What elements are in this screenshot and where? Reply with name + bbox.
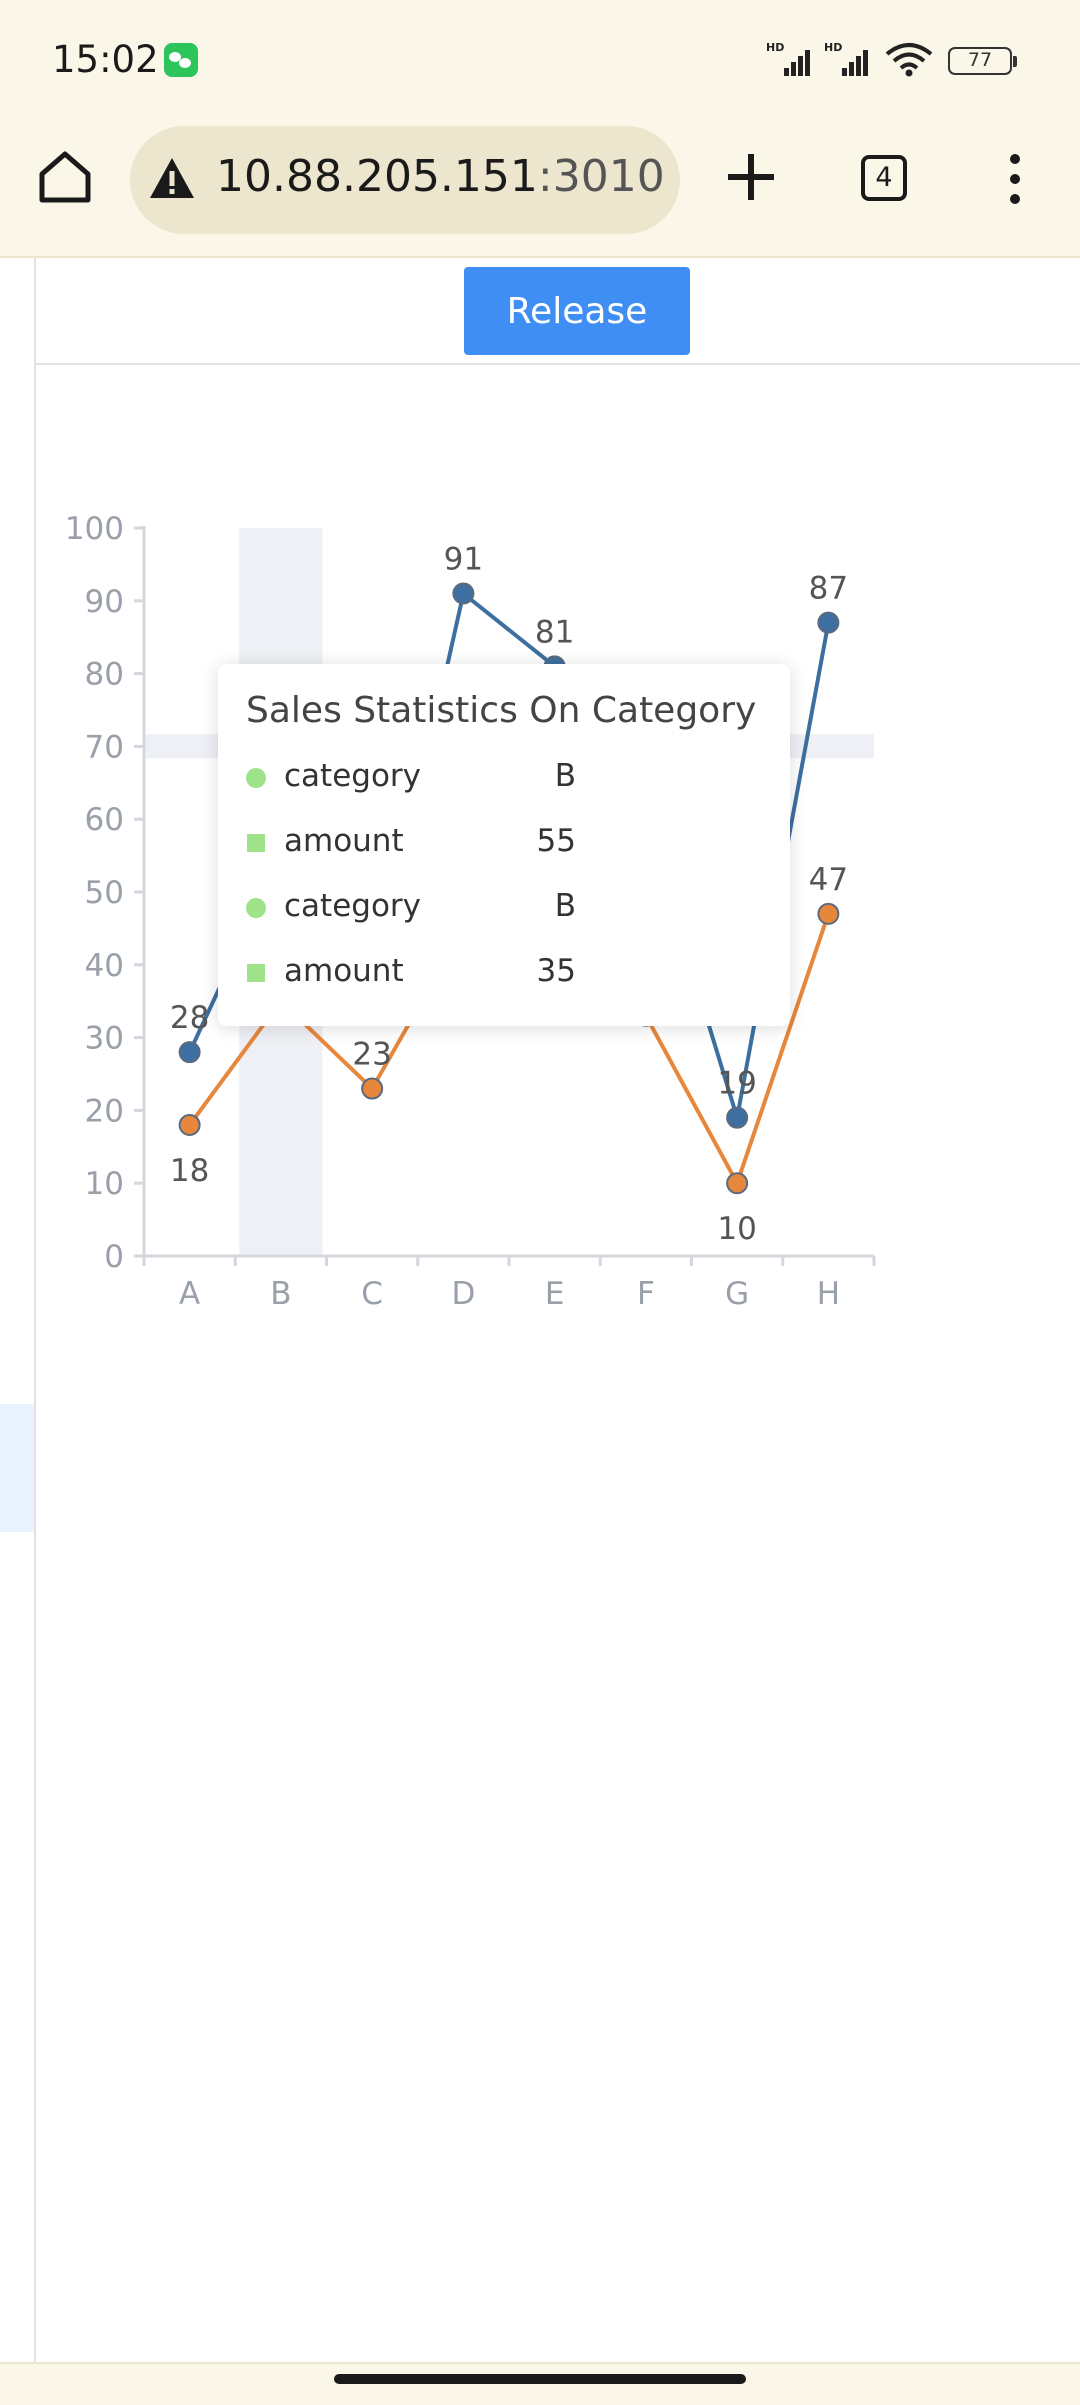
tooltip-row-label: category bbox=[284, 758, 422, 794]
x-tick-label: C bbox=[361, 1276, 383, 1312]
x-tick-label: E bbox=[545, 1276, 565, 1312]
y-tick-label: 80 bbox=[85, 657, 124, 693]
data-label: 47 bbox=[809, 862, 848, 898]
y-tick-label: 40 bbox=[85, 948, 124, 984]
chart-tooltip: Sales Statistics On Category category B … bbox=[218, 664, 790, 1026]
tooltip-row: category B bbox=[246, 888, 766, 928]
y-tick-label: 10 bbox=[85, 1166, 124, 1202]
y-tick-label: 30 bbox=[85, 1021, 124, 1057]
x-tick-label: A bbox=[179, 1276, 200, 1312]
data-label: 87 bbox=[809, 571, 848, 607]
tooltip-row-value: 35 bbox=[536, 953, 576, 989]
data-label: 10 bbox=[717, 1211, 756, 1247]
y-tick-label: 90 bbox=[85, 584, 124, 620]
data-label: 81 bbox=[535, 614, 574, 650]
gesture-handle[interactable] bbox=[334, 2374, 746, 2384]
series-2-point bbox=[361, 1077, 384, 1100]
data-label: 23 bbox=[352, 1037, 391, 1073]
line-chart: 0 10 20 30 40 50 60 70 80 90 100 A B C D E F G H 28 91 81 19 8… bbox=[65, 511, 876, 1312]
y-tick-label: 50 bbox=[85, 875, 124, 911]
tooltip-marker-dot bbox=[246, 898, 266, 918]
series-2-point bbox=[178, 1113, 201, 1136]
y-tick-label: 70 bbox=[85, 729, 124, 765]
series-1-point bbox=[817, 611, 840, 634]
tooltip-marker-square bbox=[247, 964, 265, 982]
tooltip-row-label: amount bbox=[284, 823, 404, 859]
tooltip-row-label: amount bbox=[284, 953, 404, 989]
data-label: 91 bbox=[444, 542, 483, 578]
tooltip-row-label: category bbox=[284, 888, 422, 924]
series-2-point bbox=[817, 902, 840, 925]
series-1-point bbox=[452, 582, 475, 605]
tooltip-row: amount 35 bbox=[246, 953, 766, 993]
series-1-point bbox=[178, 1041, 201, 1064]
data-label: 19 bbox=[717, 1066, 756, 1102]
y-tick-label: 20 bbox=[85, 1093, 124, 1129]
y-tick-label: 60 bbox=[85, 802, 124, 838]
series-2-point bbox=[726, 1172, 749, 1195]
tooltip-marker-square bbox=[247, 834, 265, 852]
tooltip-marker-dot bbox=[246, 768, 266, 788]
tooltip-row-value: B bbox=[554, 758, 576, 794]
x-tick-label: D bbox=[451, 1276, 475, 1312]
tooltip-row-value: 55 bbox=[536, 823, 576, 859]
x-tick-label: H bbox=[817, 1276, 840, 1312]
data-label: 28 bbox=[170, 1000, 209, 1036]
x-tick-label: G bbox=[725, 1276, 749, 1312]
y-tick-label: 0 bbox=[104, 1239, 124, 1275]
x-tick-label: B bbox=[270, 1276, 291, 1312]
tooltip-row-value: B bbox=[554, 888, 576, 924]
series-1-point bbox=[726, 1106, 749, 1129]
data-label: 18 bbox=[170, 1153, 209, 1189]
tooltip-row: category B bbox=[246, 758, 766, 798]
tooltip-title: Sales Statistics On Category bbox=[246, 690, 757, 731]
y-tick-label: 100 bbox=[65, 511, 124, 547]
x-tick-label: F bbox=[637, 1276, 655, 1312]
tooltip-row: amount 55 bbox=[246, 823, 766, 863]
